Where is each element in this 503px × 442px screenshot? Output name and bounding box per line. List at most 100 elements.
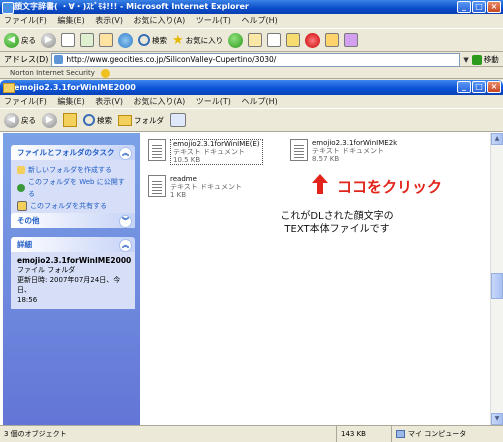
ex-menu-file[interactable]: ファイル(F) (4, 97, 47, 106)
expand-chevron-icon[interactable]: ︾ (119, 215, 132, 228)
task-new-folder[interactable]: 新しいフォルダを作成する (17, 164, 131, 176)
details-time: 18:56 (17, 296, 38, 304)
collapse-chevron-icon[interactable]: ︽ (119, 239, 132, 252)
file-name: emojio2.3.1forWinIME2k (312, 139, 398, 147)
scroll-down-icon[interactable]: ▼ (491, 413, 503, 425)
favorites-button[interactable]: ★ お気に入り (172, 33, 223, 48)
ex-menu-tools[interactable]: ツール(T) (196, 97, 231, 106)
go-button[interactable]: 移動 (471, 54, 499, 65)
explorer-menubar: ファイル(F) 編集(E) 表示(V) お気に入り(A) ツール(T) ヘルプ(… (0, 95, 503, 108)
home-icon[interactable] (99, 33, 113, 47)
other-places-header[interactable]: その他 ︾ (11, 213, 135, 228)
my-computer-icon (396, 430, 405, 438)
menu-view[interactable]: 表示(V) (95, 16, 123, 25)
vertical-scrollbar[interactable]: ▲ ▼ (490, 133, 503, 425)
task-pane: ファイルとフォルダのタスク ︽ 新しいフォルダを作成する このフォルダを Web… (3, 133, 140, 425)
explorer-folder-icon (3, 83, 15, 93)
file-name: readme (170, 175, 197, 183)
menu-favorites[interactable]: お気に入り(A) (134, 16, 186, 25)
forward-arrow-icon[interactable]: ▶ (41, 32, 56, 48)
collapse-chevron-icon[interactable]: ︽ (119, 147, 132, 160)
explorer-minimize-button[interactable]: _ (457, 81, 471, 93)
address-dropdown-icon[interactable]: ▼ (463, 56, 468, 64)
ex-menu-help[interactable]: ヘルプ(H) (241, 97, 277, 106)
file-type: テキスト ドキュメント (312, 147, 385, 155)
file-type: テキスト ドキュメント (173, 148, 246, 156)
share-folder-icon (17, 201, 27, 211)
file-name: emojio2.3.1forWinIME(E) (173, 140, 260, 148)
back-arrow-icon: ◀ (4, 32, 19, 48)
explorer-title-bar: emojio2.3.1forWinIME2000 _ □ × (0, 80, 503, 95)
text-document-icon (148, 139, 166, 161)
ie-toolbar: ◀ 戻る ▶ 検索 ★ お気に入り (0, 28, 503, 52)
norton-badge-icon[interactable] (101, 68, 111, 78)
file-item[interactable]: emojio2.3.1forWinIME2k テキスト ドキュメント 8.57 … (290, 139, 397, 163)
red-arrow-icon (312, 174, 328, 194)
menu-tools[interactable]: ツール(T) (196, 16, 231, 25)
details-box: 詳細 ︽ emojio2.3.1forWinIME2000 ファイル フォルダ … (11, 237, 135, 309)
details-folder-name: emojio2.3.1forWinIME2000 (17, 256, 132, 265)
mail-icon[interactable] (248, 33, 263, 47)
messenger-icon[interactable] (118, 32, 133, 48)
explorer-back-button[interactable]: ◀ 戻る (4, 112, 36, 128)
address-label: アドレス(D) (4, 55, 49, 64)
back-button[interactable]: ◀ 戻る (4, 32, 36, 48)
details-header[interactable]: 詳細 ︽ (11, 237, 135, 252)
file-item[interactable]: readme テキスト ドキュメント 1 KB (148, 175, 242, 199)
views-icon[interactable] (170, 113, 186, 127)
maximize-button[interactable]: □ (472, 1, 486, 13)
other-places-box: その他 ︾ (11, 213, 135, 228)
close-button[interactable]: × (487, 1, 501, 13)
click-here-annotation: ココをクリック (337, 178, 443, 196)
explorer-window-title: emojio2.3.1forWinIME2000 (14, 83, 136, 92)
up-folder-icon[interactable] (63, 113, 77, 127)
publish-web-icon (17, 184, 25, 192)
menu-edit[interactable]: 編集(E) (57, 16, 84, 25)
details-type: ファイル フォルダ (17, 266, 76, 274)
scroll-up-icon[interactable]: ▲ (491, 133, 503, 145)
print-icon[interactable] (267, 33, 282, 47)
explorer-close-button[interactable]: × (487, 81, 501, 93)
messenger-people-icon[interactable] (325, 33, 340, 47)
ie-app-icon (2, 2, 14, 14)
folder-icon[interactable] (286, 33, 301, 47)
tasks-box: ファイルとフォルダのタスク ︽ 新しいフォルダを作成する このフォルダを Web… (11, 145, 135, 216)
file-item[interactable]: emojio2.3.1forWinIME(E) テキスト ドキュメント 10.5… (148, 139, 263, 165)
task-share-folder[interactable]: このフォルダを共有する (17, 200, 131, 212)
addon-icon[interactable] (344, 33, 359, 47)
forward-arrow-icon[interactable]: ▶ (42, 112, 57, 128)
search-icon (138, 34, 150, 46)
new-folder-icon (17, 166, 25, 174)
ie-window-title: 顔文字辞書( ・∀・)ｽﾋﾞﾓﾈ!!! - Microsoft Internet… (14, 2, 249, 11)
status-size: 143 KB (336, 426, 396, 442)
tasks-header[interactable]: ファイルとフォルダのタスク ︽ (11, 145, 135, 160)
ex-menu-view[interactable]: 表示(V) (95, 97, 123, 106)
menu-file[interactable]: ファイル(F) (4, 16, 47, 25)
menu-help[interactable]: ヘルプ(H) (241, 16, 277, 25)
file-type: テキスト ドキュメント (170, 183, 243, 191)
minimize-button[interactable]: _ (457, 1, 471, 13)
refresh-icon[interactable] (80, 33, 94, 47)
page-icon (54, 55, 64, 64)
media-icon[interactable] (228, 32, 244, 48)
ie-menubar: ファイル(F) 編集(E) 表示(V) お気に入り(A) ツール(T) ヘルプ(… (0, 14, 503, 27)
ex-menu-favorites[interactable]: お気に入り(A) (134, 97, 186, 106)
norton-icon[interactable] (305, 32, 321, 48)
address-input[interactable]: http://www.geocities.co.jp/SiliconValley… (51, 52, 461, 67)
details-updated: 更新日時: 2007年07月24日、今日、 (17, 276, 121, 294)
search-button[interactable]: 検索 (138, 34, 167, 46)
file-size: 8.57 KB (312, 155, 340, 163)
ex-menu-edit[interactable]: 編集(E) (57, 97, 84, 106)
explorer-search-button[interactable]: 検索 (83, 114, 112, 126)
explorer-toolbar: ◀ 戻る ▶ 検索 フォルダ (0, 108, 503, 132)
ie-address-bar: アドレス(D) http://www.geocities.co.jp/Silic… (0, 52, 503, 67)
task-publish-web[interactable]: このフォルダを Web に公開する (17, 176, 131, 200)
status-location: マイ コンピュータ (391, 426, 503, 442)
ie-title-bar: 顔文字辞書( ・∀・)ｽﾋﾞﾓﾈ!!! - Microsoft Internet… (0, 0, 503, 14)
status-objects: 3 個のオブジェクト (4, 430, 67, 438)
scroll-thumb[interactable] (491, 273, 503, 299)
explorer-maximize-button[interactable]: □ (472, 81, 486, 93)
folders-button[interactable]: フォルダ (118, 114, 164, 126)
star-icon: ★ (172, 32, 184, 48)
stop-icon[interactable] (61, 33, 75, 47)
